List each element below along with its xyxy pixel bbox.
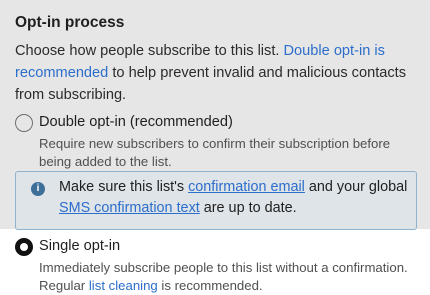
info-icon: i bbox=[31, 182, 45, 196]
double-opt-in-help: Require new subscribers to confirm their… bbox=[39, 136, 391, 169]
list-cleaning-link[interactable]: list cleaning bbox=[89, 278, 158, 293]
double-opt-in-radio[interactable] bbox=[15, 114, 33, 132]
confirmation-email-link[interactable]: confirmation email bbox=[188, 179, 305, 195]
banner-text: Make sure this list's confirmation email… bbox=[59, 177, 414, 219]
banner-text-1: Make sure this list's bbox=[59, 179, 189, 195]
single-opt-in-radio[interactable] bbox=[15, 238, 33, 256]
intro-text-before: Choose how people subscribe to this list… bbox=[15, 43, 284, 59]
info-banner: i Make sure this list's confirmation ema… bbox=[15, 171, 417, 230]
single-opt-in-help-after: is recommended. bbox=[157, 278, 263, 293]
banner-text-3: are up to date. bbox=[199, 200, 297, 216]
sms-confirmation-text-link[interactable]: SMS confirmation text bbox=[59, 200, 200, 216]
intro-text: Choose how people subscribe to this list… bbox=[15, 40, 415, 106]
single-opt-in-label[interactable]: Single opt-in bbox=[39, 238, 120, 254]
banner-text-2: and your global bbox=[304, 179, 408, 195]
section-title: Opt-in process bbox=[15, 14, 125, 31]
double-opt-in-label[interactable]: Double opt-in (recommended) bbox=[39, 114, 233, 130]
single-opt-in-help: Immediately subscribe people to this lis… bbox=[39, 259, 414, 295]
